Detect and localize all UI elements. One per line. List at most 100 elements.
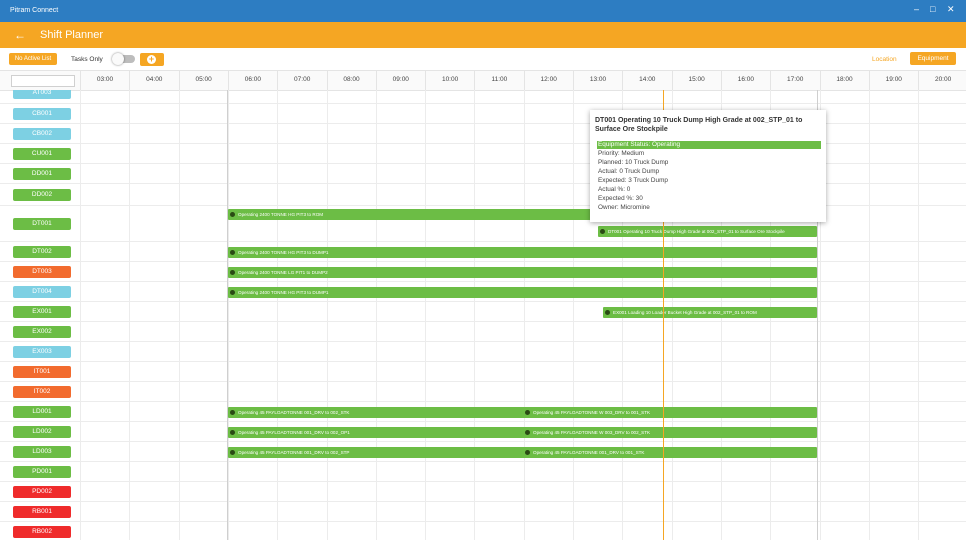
equipment-chip-ld002[interactable]: LD002 — [13, 426, 71, 438]
hour-label: 07:00 — [294, 76, 311, 83]
task-bar-label: Operating 45 PAYLOADTONNE W 003_DRV to 0… — [533, 430, 651, 435]
equipment-chip-dd001[interactable]: DD001 — [13, 168, 71, 180]
equipment-row — [0, 502, 966, 522]
tooltip-expected: Expected: 3 Truck Dump — [598, 177, 668, 184]
equipment-chip-dd002[interactable]: DD002 — [13, 189, 71, 201]
task-bar-label: Operating 2400 TONNE HG PIT3 to ROM — [238, 212, 324, 217]
tooltip-expected-pct: Expected %: 30 — [598, 195, 643, 202]
task-bar-label: Operating 45 PAYLOADTONNE 001_DRV to 002… — [238, 410, 350, 415]
arrow-left-icon[interactable]: ← — [14, 28, 26, 42]
task-bar[interactable]: Operating 2400 TONNE HG PIT3 to DUMP1 — [228, 247, 817, 258]
hour-label: 20:00 — [934, 76, 952, 83]
task-status-dot-icon — [230, 430, 235, 435]
task-bar[interactable]: Operating 45 PAYLOADTONNE 001_DRV to 002… — [228, 407, 525, 418]
equipment-chip-pd002[interactable]: PD002 — [13, 486, 71, 498]
task-bar-label: Operating 2400 TONNE HG PIT3 to DUMP1 — [238, 250, 329, 255]
equipment-chip-pd001[interactable]: PD001 — [13, 466, 71, 478]
task-status-dot-icon — [230, 450, 235, 455]
task-status-dot-icon — [600, 229, 605, 234]
hour-label: 13:00 — [589, 76, 607, 83]
minimize-icon[interactable]: – — [914, 5, 919, 14]
hour-label: 06:00 — [244, 76, 262, 83]
equipment-chip-cu001[interactable]: CU001 — [13, 148, 71, 160]
equipment-chip-ld003[interactable]: LD003 — [13, 446, 71, 458]
equipment-row — [0, 522, 966, 540]
task-status-dot-icon — [230, 212, 235, 217]
hour-label: 14:00 — [639, 76, 656, 83]
hour-label: 11:00 — [491, 76, 508, 83]
task-bar[interactable]: DT001 Operating 10 Truck Dump High Grade… — [598, 226, 817, 237]
task-bar[interactable]: Operating 45 PAYLOADTONNE W 003_DRV to 0… — [523, 427, 817, 438]
equipment-chip-it002[interactable]: IT002 — [13, 386, 71, 398]
task-bar-label: Operating 45 PAYLOADTONNE 001_DRV to 002… — [238, 430, 350, 435]
tasks-only-toggle[interactable] — [112, 53, 135, 65]
equipment-row — [0, 362, 966, 382]
maximize-icon[interactable]: □ — [930, 5, 935, 14]
equipment-chip-cb002[interactable]: CB002 — [13, 128, 71, 140]
page-title: Shift Planner — [40, 29, 103, 41]
task-bar[interactable]: Operating 2400 TONNE HG PIT3 to DUMP1 — [228, 287, 817, 298]
task-bar[interactable]: Operating 45 PAYLOADTONNE W 003_DRV to 0… — [523, 407, 817, 418]
close-icon[interactable]: ✕ — [947, 5, 955, 14]
tooltip-priority: Priority: Medium — [598, 150, 645, 157]
hour-label: 05:00 — [195, 76, 212, 83]
equipment-row — [0, 90, 966, 104]
equipment-row — [0, 342, 966, 362]
tooltip-planned: Planned: 10 Truck Dump — [598, 159, 669, 166]
equipment-search-input[interactable] — [11, 75, 75, 87]
task-bar-label: Operating 45 PAYLOADTONNE 001_DRV to 002… — [238, 450, 350, 455]
equipment-chip-rb002[interactable]: RB002 — [13, 526, 71, 538]
hour-label: 04:00 — [146, 76, 163, 83]
app-header: ← Shift Planner — [0, 22, 966, 48]
hour-label: 12:00 — [540, 76, 557, 83]
equipment-chip-cb001[interactable]: CB001 — [13, 108, 71, 120]
toolbar: No Active List Tasks Only + Location Equ… — [0, 48, 966, 70]
equipment-chip-dt003[interactable]: DT003 — [13, 266, 71, 278]
no-active-list-button[interactable]: No Active List — [9, 53, 57, 65]
task-bar[interactable]: Operating 45 PAYLOADTONNE 001_DRV to 002… — [228, 427, 525, 438]
task-status-dot-icon — [605, 310, 610, 315]
hour-label: 19:00 — [885, 76, 902, 83]
equipment-chip-dt004[interactable]: DT004 — [13, 286, 71, 298]
equipment-chip-ex002[interactable]: EX002 — [13, 326, 71, 338]
equipment-chip-dt002[interactable]: DT002 — [13, 246, 71, 258]
task-bar[interactable]: EX001 Loading 10 Loader Bucket High Grad… — [603, 307, 817, 318]
shift-start-line — [227, 90, 228, 540]
equipment-chip-ex001[interactable]: EX001 — [13, 306, 71, 318]
hour-label: 15:00 — [688, 76, 705, 83]
add-task-button[interactable]: + — [140, 53, 164, 66]
tooltip-actual-pct: Actual %: 0 — [598, 186, 631, 193]
equipment-chip-ld001[interactable]: LD001 — [13, 406, 71, 418]
task-status-dot-icon — [230, 410, 235, 415]
task-status-dot-icon — [230, 290, 235, 295]
equipment-row — [0, 382, 966, 402]
task-bar-label: Operating 2400 TONNE HG PIT3 to DUMP1 — [238, 290, 329, 295]
hour-label: 03:00 — [96, 76, 114, 83]
task-status-dot-icon — [525, 450, 530, 455]
equipment-row — [0, 462, 966, 482]
tooltip-title: DT001 Operating 10 Truck Dump High Grade… — [595, 117, 803, 133]
task-status-dot-icon — [230, 270, 235, 275]
task-bar[interactable]: Operating 45 PAYLOADTONNE 001_DRV to 001… — [523, 447, 817, 458]
task-status-dot-icon — [525, 410, 530, 415]
task-status-dot-icon — [525, 430, 530, 435]
tooltip-status: Equipment Status: Operating — [598, 141, 681, 148]
task-status-dot-icon — [230, 250, 235, 255]
task-bar[interactable]: Operating 45 PAYLOADTONNE 001_DRV to 002… — [228, 447, 525, 458]
task-bar-label: DT001 Operating 10 Truck Dump High Grade… — [608, 229, 785, 234]
task-bar-label: Operating 2400 TONNE LG PIT1 to DUMP2 — [238, 270, 328, 275]
equipment-chip-at003[interactable]: AT003 — [13, 90, 71, 99]
equipment-chip-rb001[interactable]: RB001 — [13, 506, 71, 518]
task-bar[interactable]: Operating 2400 TONNE LG PIT1 to DUMP2 — [228, 267, 817, 278]
tab-location[interactable]: Location — [872, 56, 897, 63]
equipment-chip-ex003[interactable]: EX003 — [13, 346, 71, 358]
tooltip-owner: Owner: Micromine — [598, 204, 650, 211]
equipment-row — [0, 302, 966, 322]
equipment-chip-it001[interactable]: IT001 — [13, 366, 71, 378]
task-bar-label: Operating 45 PAYLOADTONNE 001_DRV to 001… — [533, 450, 645, 455]
tab-equipment[interactable]: Equipment — [910, 52, 956, 65]
toggle-knob — [112, 53, 124, 65]
hour-label: 10:00 — [441, 76, 459, 83]
hour-label: 16:00 — [737, 76, 755, 83]
equipment-chip-dt001[interactable]: DT001 — [13, 218, 71, 230]
